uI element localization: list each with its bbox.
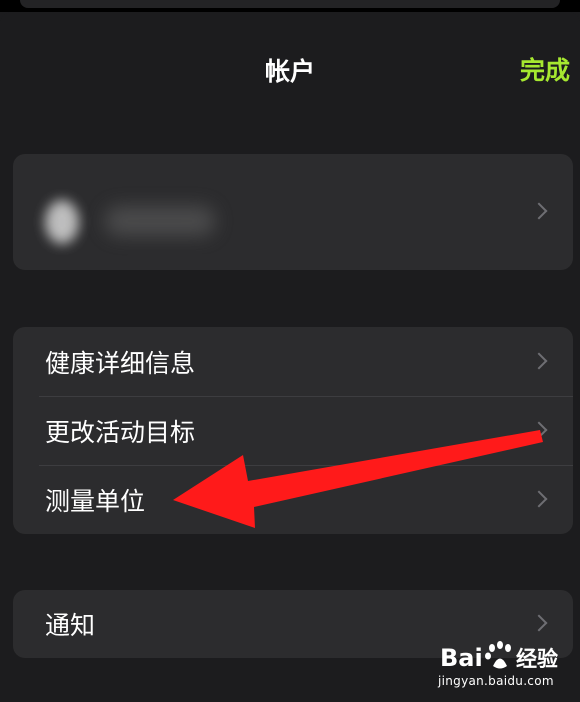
chevron-right-icon: [530, 202, 548, 220]
row-label: 健康详细信息: [45, 348, 196, 378]
svg-text:Bai: Bai: [440, 644, 483, 672]
previous-sheet-edge: [20, 0, 560, 8]
row-label: 测量单位: [45, 486, 146, 516]
row-label: 通知: [45, 611, 96, 640]
chevron-right-icon: [530, 352, 548, 369]
account-profile-row[interactable]: [13, 154, 573, 270]
row-health-details[interactable]: 健康详细信息: [13, 327, 573, 396]
row-change-activity-goal[interactable]: 更改活动目标: [13, 396, 573, 465]
row-label: 更改活动目标: [45, 417, 196, 447]
account-group: [13, 154, 573, 270]
status-strip: [0, 0, 580, 12]
chevron-right-icon: [530, 614, 548, 632]
done-button[interactable]: 完成: [520, 51, 570, 87]
svg-text:经验: 经验: [516, 647, 558, 671]
baidu-logo: Bai 经验: [440, 641, 558, 672]
watermark-url: jingyan.baidu.com: [438, 674, 554, 688]
chevron-right-icon: [530, 421, 548, 438]
avatar: [45, 200, 79, 244]
baidu-watermark: Bai 经验 jingyan.baidu.com: [436, 636, 576, 692]
chevron-right-icon: [530, 490, 548, 507]
account-name-obscured: [105, 206, 215, 236]
page-title: 帐户: [264, 57, 315, 86]
row-units-of-measure[interactable]: 测量单位: [13, 465, 573, 534]
settings-group: 健康详细信息 更改活动目标 测量单位: [13, 327, 573, 534]
